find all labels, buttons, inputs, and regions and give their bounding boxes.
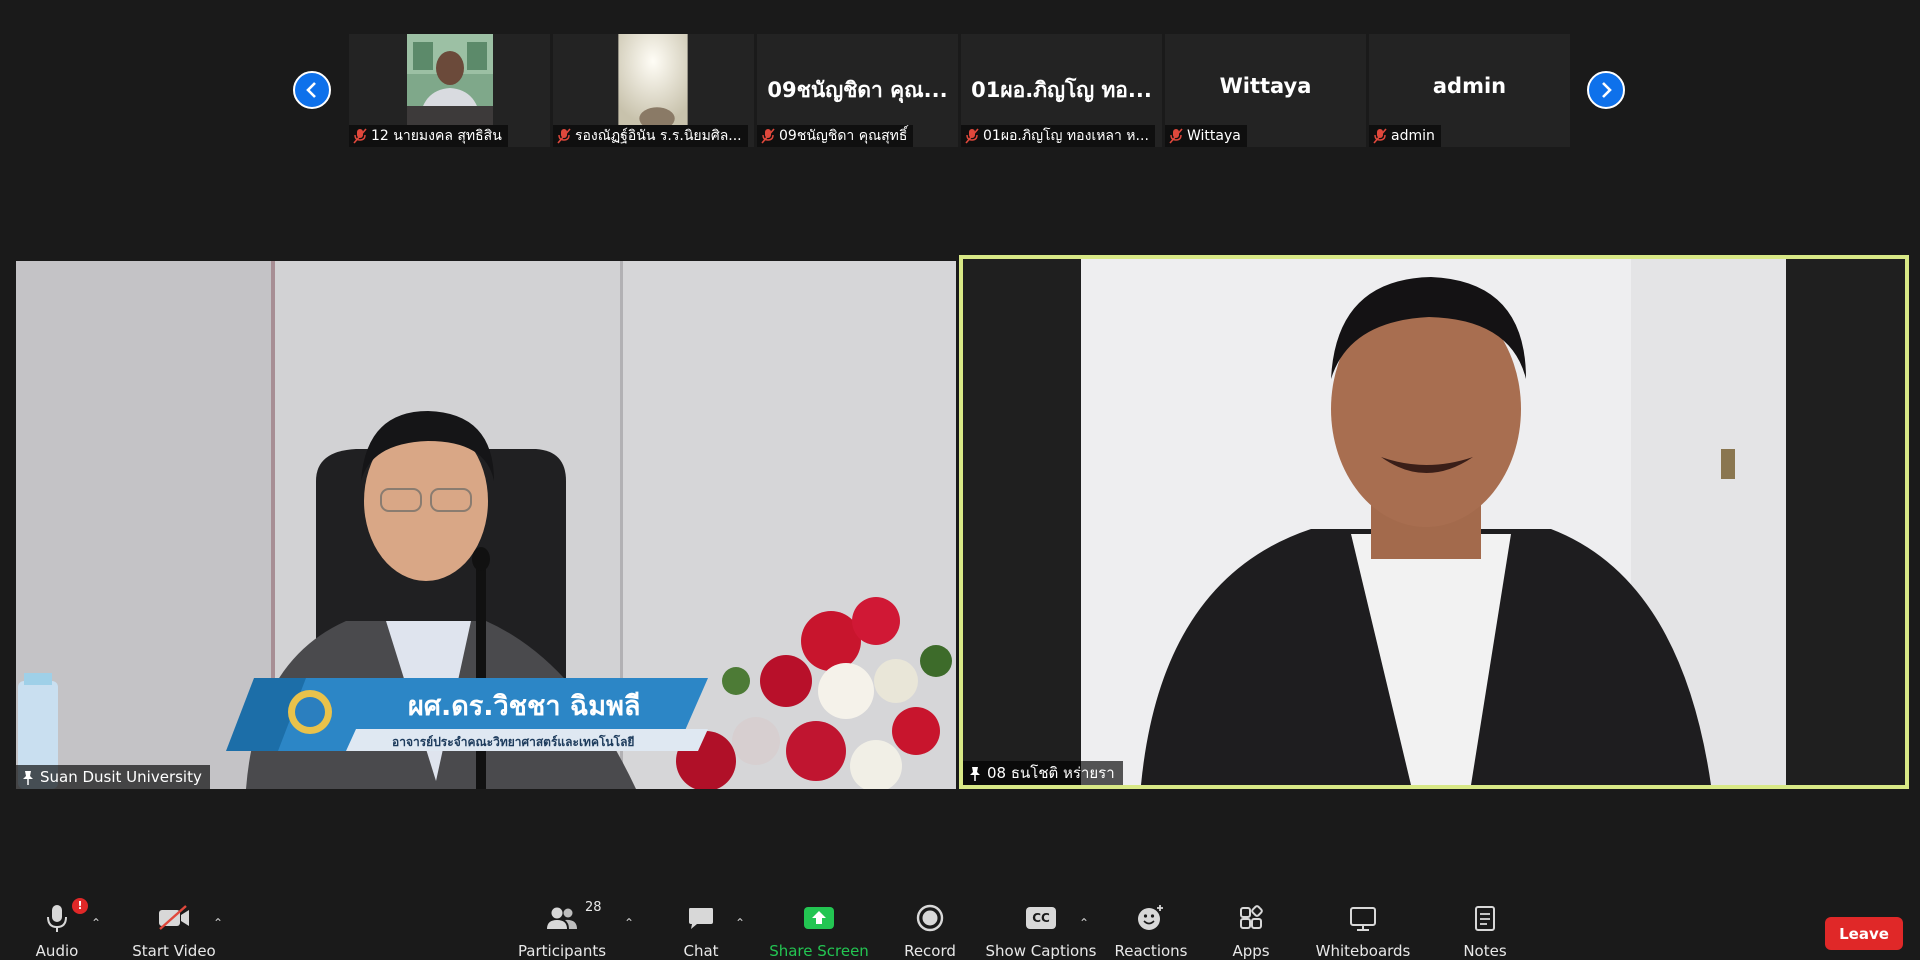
participant-label: รองณัฏฐ์อินัน ร.ร.นิยมศิล... xyxy=(553,125,748,147)
reactions-button[interactable]: Reactions xyxy=(1114,894,1188,960)
record-icon xyxy=(916,904,944,932)
apps-button[interactable]: Apps xyxy=(1232,894,1270,960)
participants-icon xyxy=(547,907,577,929)
notes-button[interactable]: Notes xyxy=(1463,894,1507,960)
leave-button[interactable]: Leave xyxy=(1825,917,1903,950)
chat-button[interactable]: Chat xyxy=(680,894,722,960)
participants-options-caret[interactable]: ⌃ xyxy=(624,916,634,930)
chevron-right-icon xyxy=(1602,82,1612,98)
chat-label: Chat xyxy=(683,942,719,960)
participants-label: Participants xyxy=(517,942,607,960)
lower-third-name: ผศ.ดร.วิชชา ฉิมพลี xyxy=(408,691,641,722)
audio-label: Audio xyxy=(35,942,79,960)
muted-mic-icon xyxy=(557,128,571,144)
participant-name: Wittaya xyxy=(1219,74,1312,98)
whiteboards-button[interactable]: Whiteboards xyxy=(1315,894,1411,960)
notes-icon xyxy=(1475,906,1495,931)
participant-tile[interactable]: Wittaya Wittaya xyxy=(1165,34,1366,147)
smiley-add-icon xyxy=(1138,905,1163,930)
microphone-icon xyxy=(47,905,67,932)
participant-tile[interactable]: 01ผอ.ภิญโญ ทอ... 01ผอ.ภิญโญ ทองเหลา ห... xyxy=(961,34,1162,147)
pin-icon xyxy=(970,766,980,781)
start-video-label: Start Video xyxy=(132,942,216,960)
video-off-icon xyxy=(159,905,189,930)
whiteboard-icon xyxy=(1350,907,1376,931)
muted-mic-icon xyxy=(761,128,775,144)
participants-count: 28 xyxy=(585,900,602,915)
reactions-label: Reactions xyxy=(1114,942,1188,960)
apps-icon xyxy=(1240,905,1263,929)
participant-tile[interactable]: 09ชนัญชิดา คุณ... 09ชนัญชิดา คุณสุทธิ์ xyxy=(757,34,958,147)
video-tile-suan-dusit[interactable]: ผศ.ดร.วิชชา ฉิมพลี อาจารย์ประจำคณะวิทยาศ… xyxy=(16,261,956,789)
video-name-tag: 08 ธนโชติ หร่ายรา xyxy=(963,761,1123,785)
record-button[interactable]: Record xyxy=(903,894,957,960)
participant-video xyxy=(618,34,688,125)
participant-tile[interactable]: รองณัฏฐ์อินัน ร.ร.นิยมศิล... xyxy=(553,34,754,147)
participant-label: Wittaya xyxy=(1165,125,1247,147)
participant-strip: 12 นายมงคล สุทธิสิน รองณัฏฐ์อินัน ร.ร.นิ… xyxy=(349,34,1570,147)
closed-captions-icon: CC xyxy=(1026,907,1056,929)
muted-mic-icon xyxy=(965,128,979,144)
participant-label: 01ผอ.ภิญโญ ทองเหลา ห... xyxy=(961,125,1155,147)
participant-label: 09ชนัญชิดา คุณสุทธิ์ xyxy=(757,125,914,147)
apps-label: Apps xyxy=(1232,942,1270,960)
record-label: Record xyxy=(904,942,956,960)
notes-label: Notes xyxy=(1463,942,1507,960)
whiteboards-label: Whiteboards xyxy=(1315,942,1411,960)
muted-mic-icon xyxy=(353,128,367,144)
muted-mic-icon xyxy=(1169,128,1183,144)
participant-label: admin xyxy=(1369,125,1441,147)
chat-options-caret[interactable]: ⌃ xyxy=(735,916,745,930)
participant-name: 09ชนัญชิดา คุณ... xyxy=(767,78,948,102)
show-captions-label: Show Captions xyxy=(985,942,1097,960)
chevron-left-icon xyxy=(306,82,316,98)
participant-tile[interactable]: admin admin xyxy=(1369,34,1570,147)
audio-button[interactable]: ! Audio xyxy=(30,894,88,960)
participant-label: 12 นายมงคล สุทธิสิน xyxy=(349,125,508,147)
participants-button[interactable]: 28 Participants xyxy=(517,894,607,960)
lower-third-title: อาจารย์ประจำคณะวิทยาศาสตร์และเทคโนโลยี xyxy=(392,735,635,749)
video-options-caret[interactable]: ⌃ xyxy=(213,916,223,930)
start-video-button[interactable]: Start Video xyxy=(132,894,216,960)
chat-bubble-icon xyxy=(689,908,713,929)
audio-options-caret[interactable]: ⌃ xyxy=(91,916,101,930)
audio-warning-badge: ! xyxy=(72,898,88,914)
share-screen-button[interactable]: Share Screen xyxy=(769,894,869,960)
captions-options-caret[interactable]: ⌃ xyxy=(1079,916,1089,930)
pin-icon xyxy=(23,770,33,785)
participant-name: 01ผอ.ภิญโญ ทอ... xyxy=(971,78,1152,102)
next-page-button[interactable] xyxy=(1587,71,1625,109)
video-name-tag: Suan Dusit University xyxy=(16,765,210,789)
share-screen-label: Share Screen xyxy=(769,942,869,960)
share-screen-icon xyxy=(804,907,834,929)
muted-mic-icon xyxy=(1373,128,1387,144)
speaker-video xyxy=(1081,259,1786,785)
participant-video xyxy=(407,34,493,125)
meeting-toolbar: ! Audio ⌃ Start Video ⌃ 28 Participants … xyxy=(0,880,1920,960)
show-captions-button[interactable]: CC Show Captions xyxy=(986,894,1097,960)
participant-name: admin xyxy=(1432,74,1507,98)
participant-tile[interactable]: 12 นายมงคล สุทธิสิน xyxy=(349,34,550,147)
video-tile-active-speaker[interactable]: 08 ธนโชติ หร่ายรา xyxy=(959,255,1909,789)
previous-page-button[interactable] xyxy=(293,71,331,109)
